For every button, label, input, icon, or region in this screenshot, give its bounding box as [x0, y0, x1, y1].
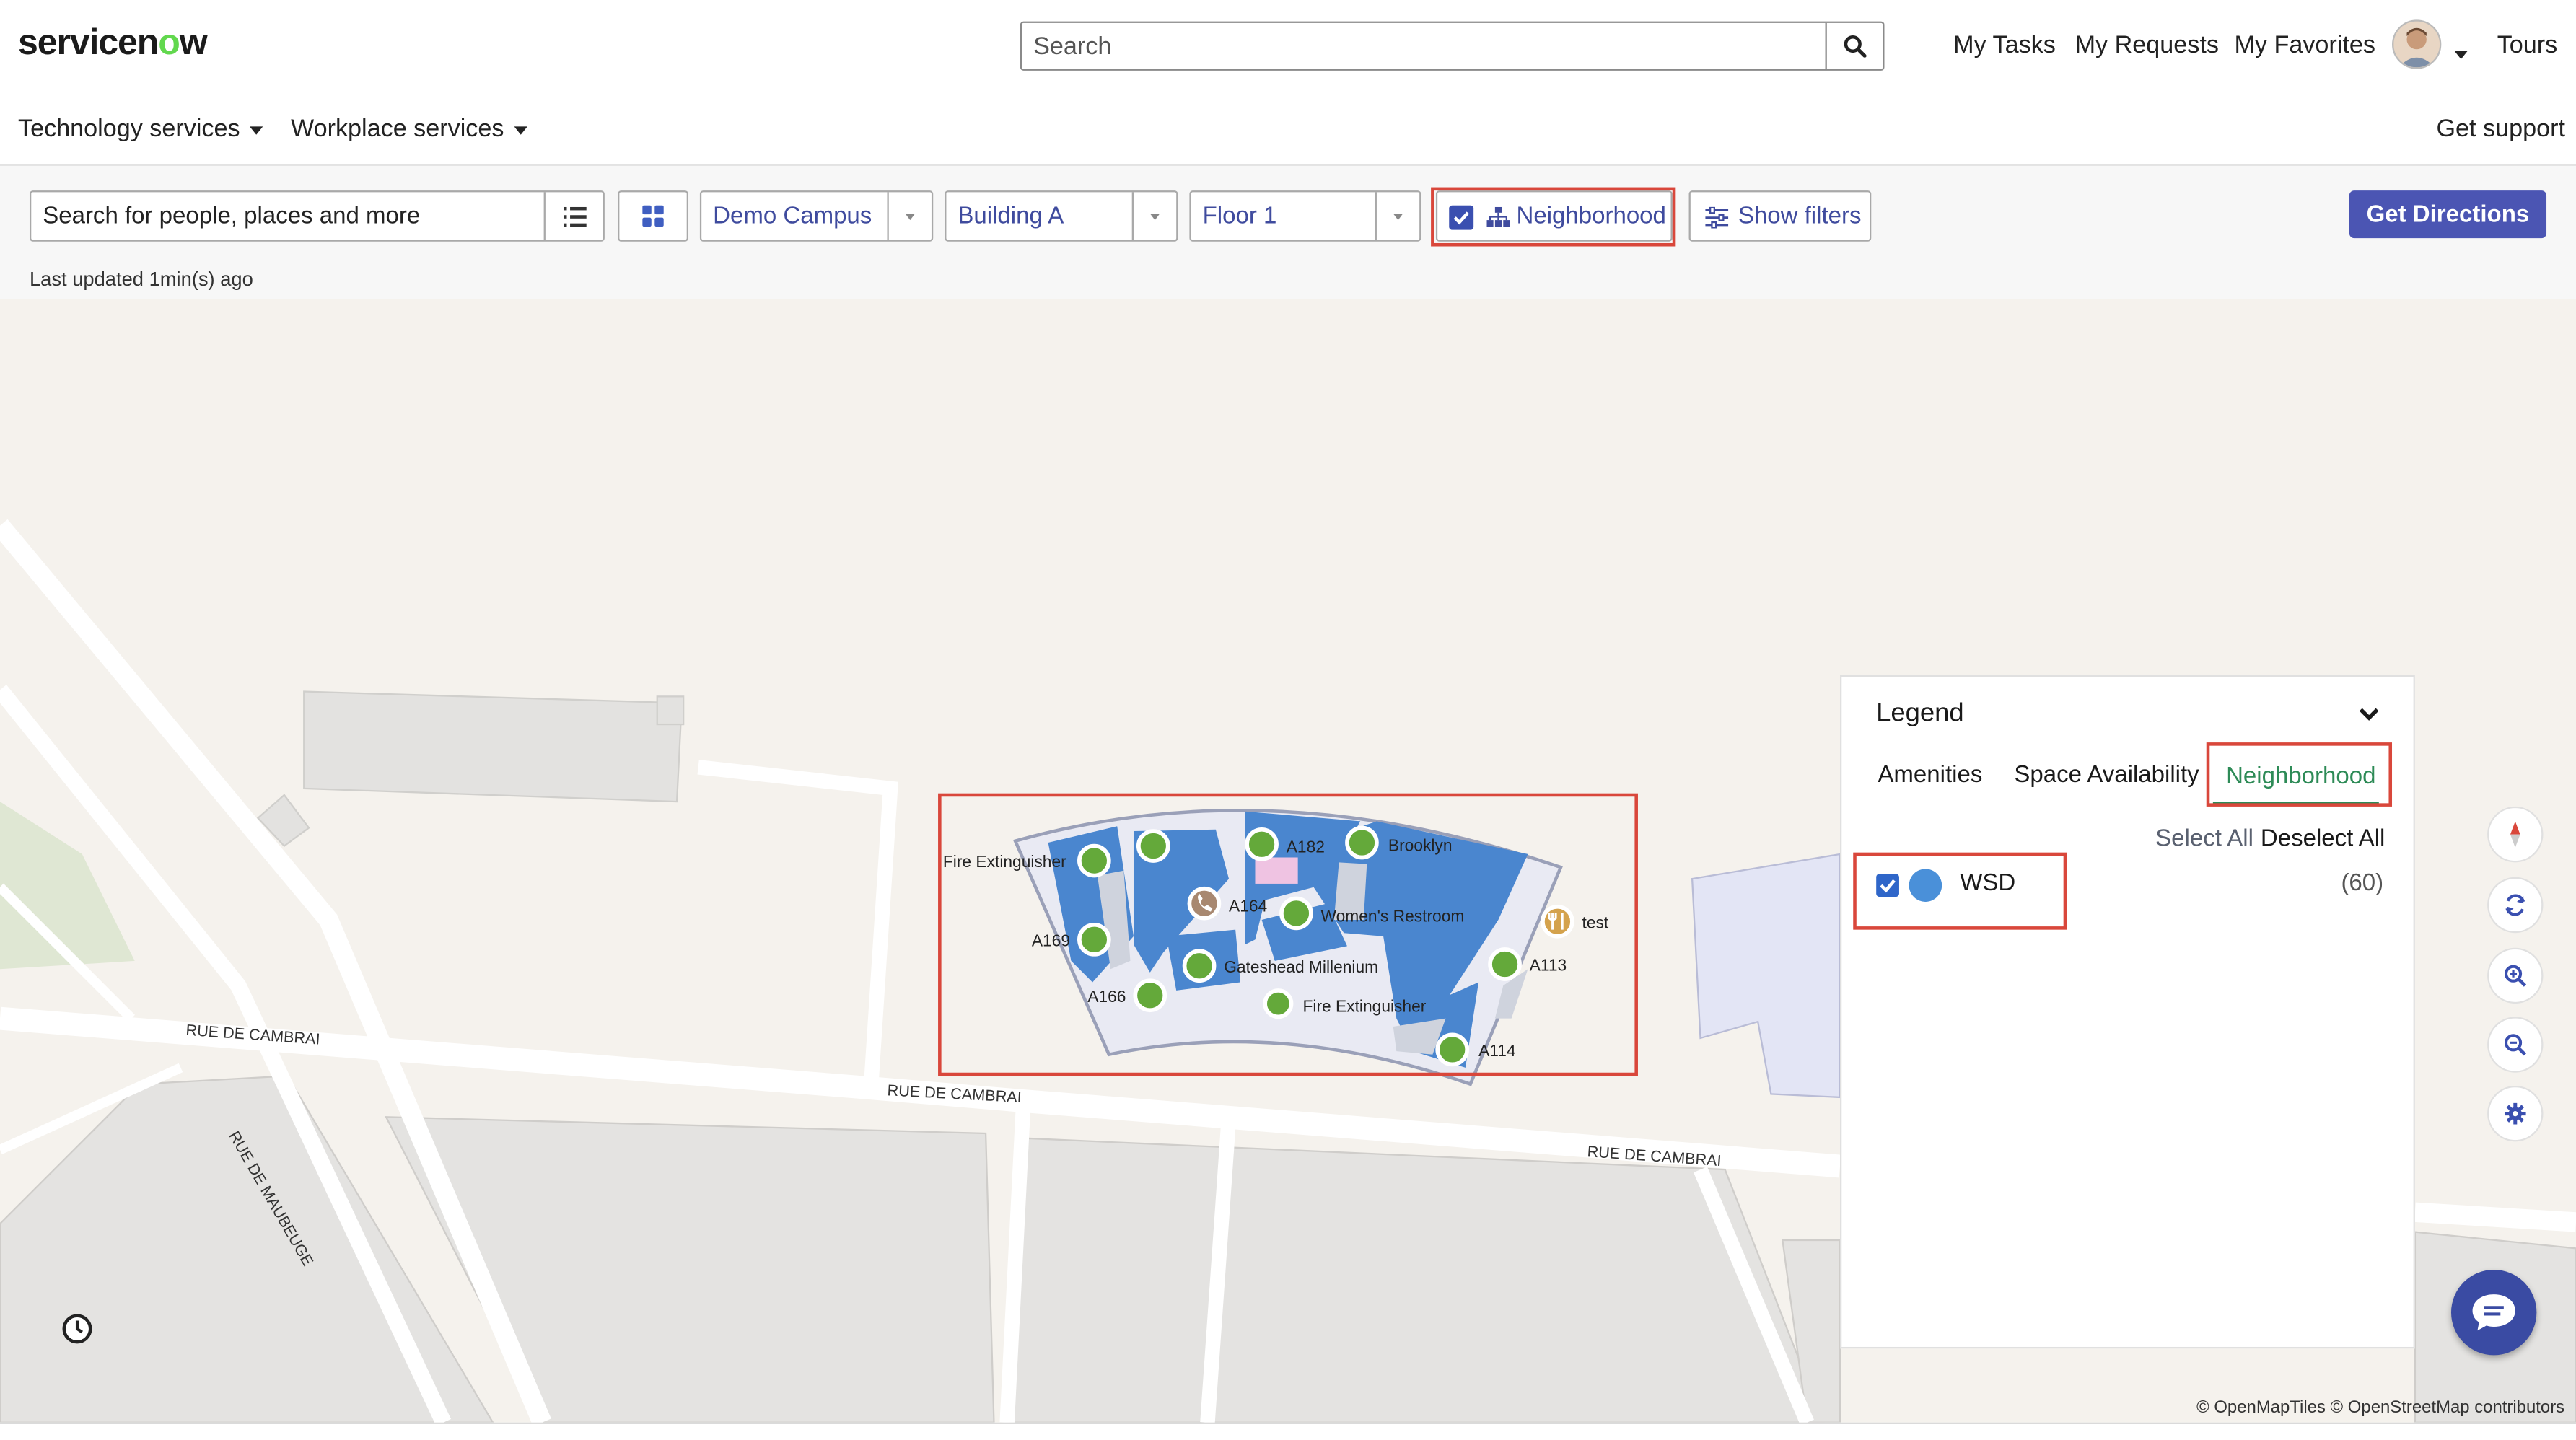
zoom-in-icon	[2504, 965, 2527, 987]
clock-icon[interactable]	[61, 1312, 94, 1345]
search-button[interactable]	[1825, 22, 1883, 69]
zoom-out-icon	[2504, 1034, 2527, 1056]
list-view-button[interactable]	[543, 192, 603, 240]
zoom-out-button[interactable]	[2487, 1017, 2544, 1073]
get-support-link[interactable]: Get support	[2436, 115, 2564, 143]
chevron-down-icon	[1375, 192, 1419, 240]
map-search-input[interactable]	[31, 192, 548, 240]
legend-title: Legend	[1876, 699, 1964, 728]
chevron-down-icon	[250, 126, 263, 134]
servicenow-logo[interactable]: servicenow	[18, 22, 208, 64]
menu-technology-services[interactable]: Technology services	[18, 115, 263, 143]
global-search	[1020, 21, 1885, 71]
highlight-box-neighborhood-tab	[2206, 742, 2393, 807]
user-avatar-icon	[2393, 21, 2440, 68]
campus-value: Demo Campus	[713, 203, 872, 230]
refresh-icon	[2505, 894, 2525, 916]
chevron-down-icon[interactable]	[2357, 706, 2380, 723]
map-search	[29, 190, 605, 242]
global-search-input[interactable]	[1022, 22, 1831, 69]
nav-my-requests[interactable]: My Requests	[2075, 31, 2219, 59]
settings-button[interactable]	[2487, 1085, 2544, 1142]
building-select[interactable]: Building A	[945, 190, 1178, 242]
tab-space-availability[interactable]: Space Availability	[2014, 762, 2199, 788]
highlight-box-floorplan	[938, 793, 1638, 1076]
nav-my-favorites[interactable]: My Favorites	[2234, 31, 2375, 59]
show-filters-label: Show filters	[1738, 203, 1862, 230]
gear-icon	[2504, 1102, 2526, 1125]
nav-my-tasks[interactable]: My Tasks	[1953, 31, 2056, 59]
list-icon	[562, 206, 586, 227]
chat-bubble-icon	[2472, 1294, 2515, 1331]
legend-panel: Legend Amenities Space Availability Neig…	[1840, 675, 2415, 1349]
get-directions-button[interactable]: Get Directions	[2349, 190, 2547, 239]
floor-select[interactable]: Floor 1	[1189, 190, 1421, 242]
chevron-down-icon	[1131, 192, 1176, 240]
highlight-box-wsd	[1853, 852, 2067, 930]
menu-label: Technology services	[18, 115, 240, 144]
deselect-all-link[interactable]: Deselect All	[2261, 826, 2386, 852]
grid-view-button[interactable]	[618, 190, 688, 242]
refresh-button[interactable]	[2487, 877, 2544, 934]
select-all-link[interactable]: Select All	[2155, 826, 2253, 852]
chat-button[interactable]	[2450, 1269, 2537, 1356]
campus-select[interactable]: Demo Campus	[699, 190, 934, 242]
bottom-bar	[0, 1422, 2576, 1434]
zoom-in-button[interactable]	[2487, 947, 2544, 1004]
menu-label: Workplace services	[290, 115, 504, 144]
nav-tours[interactable]: Tours	[2497, 31, 2558, 59]
compass-button[interactable]	[2487, 806, 2544, 863]
legend-item-count: (60)	[2341, 870, 2384, 897]
grid-icon	[642, 205, 664, 227]
menu-workplace-services[interactable]: Workplace services	[291, 115, 527, 143]
last-updated-text: Last updated 1min(s) ago	[29, 268, 253, 291]
user-menu-caret[interactable]	[2454, 41, 2468, 71]
highlight-box-neighborhood	[1431, 187, 1676, 247]
compass-icon	[2510, 821, 2520, 848]
map-attribution[interactable]: © OpenMapTiles © OpenStreetMap contribut…	[2196, 1398, 2564, 1418]
show-filters-button[interactable]: Show filters	[1688, 190, 1872, 242]
filter-sliders-icon	[1705, 206, 1729, 229]
tab-amenities[interactable]: Amenities	[1878, 762, 1982, 788]
search-icon	[1844, 35, 1867, 58]
avatar[interactable]	[2392, 19, 2442, 69]
floor-value: Floor 1	[1202, 203, 1277, 230]
chevron-down-icon	[514, 126, 527, 134]
building-value: Building A	[958, 203, 1064, 230]
chevron-down-icon	[887, 192, 931, 240]
